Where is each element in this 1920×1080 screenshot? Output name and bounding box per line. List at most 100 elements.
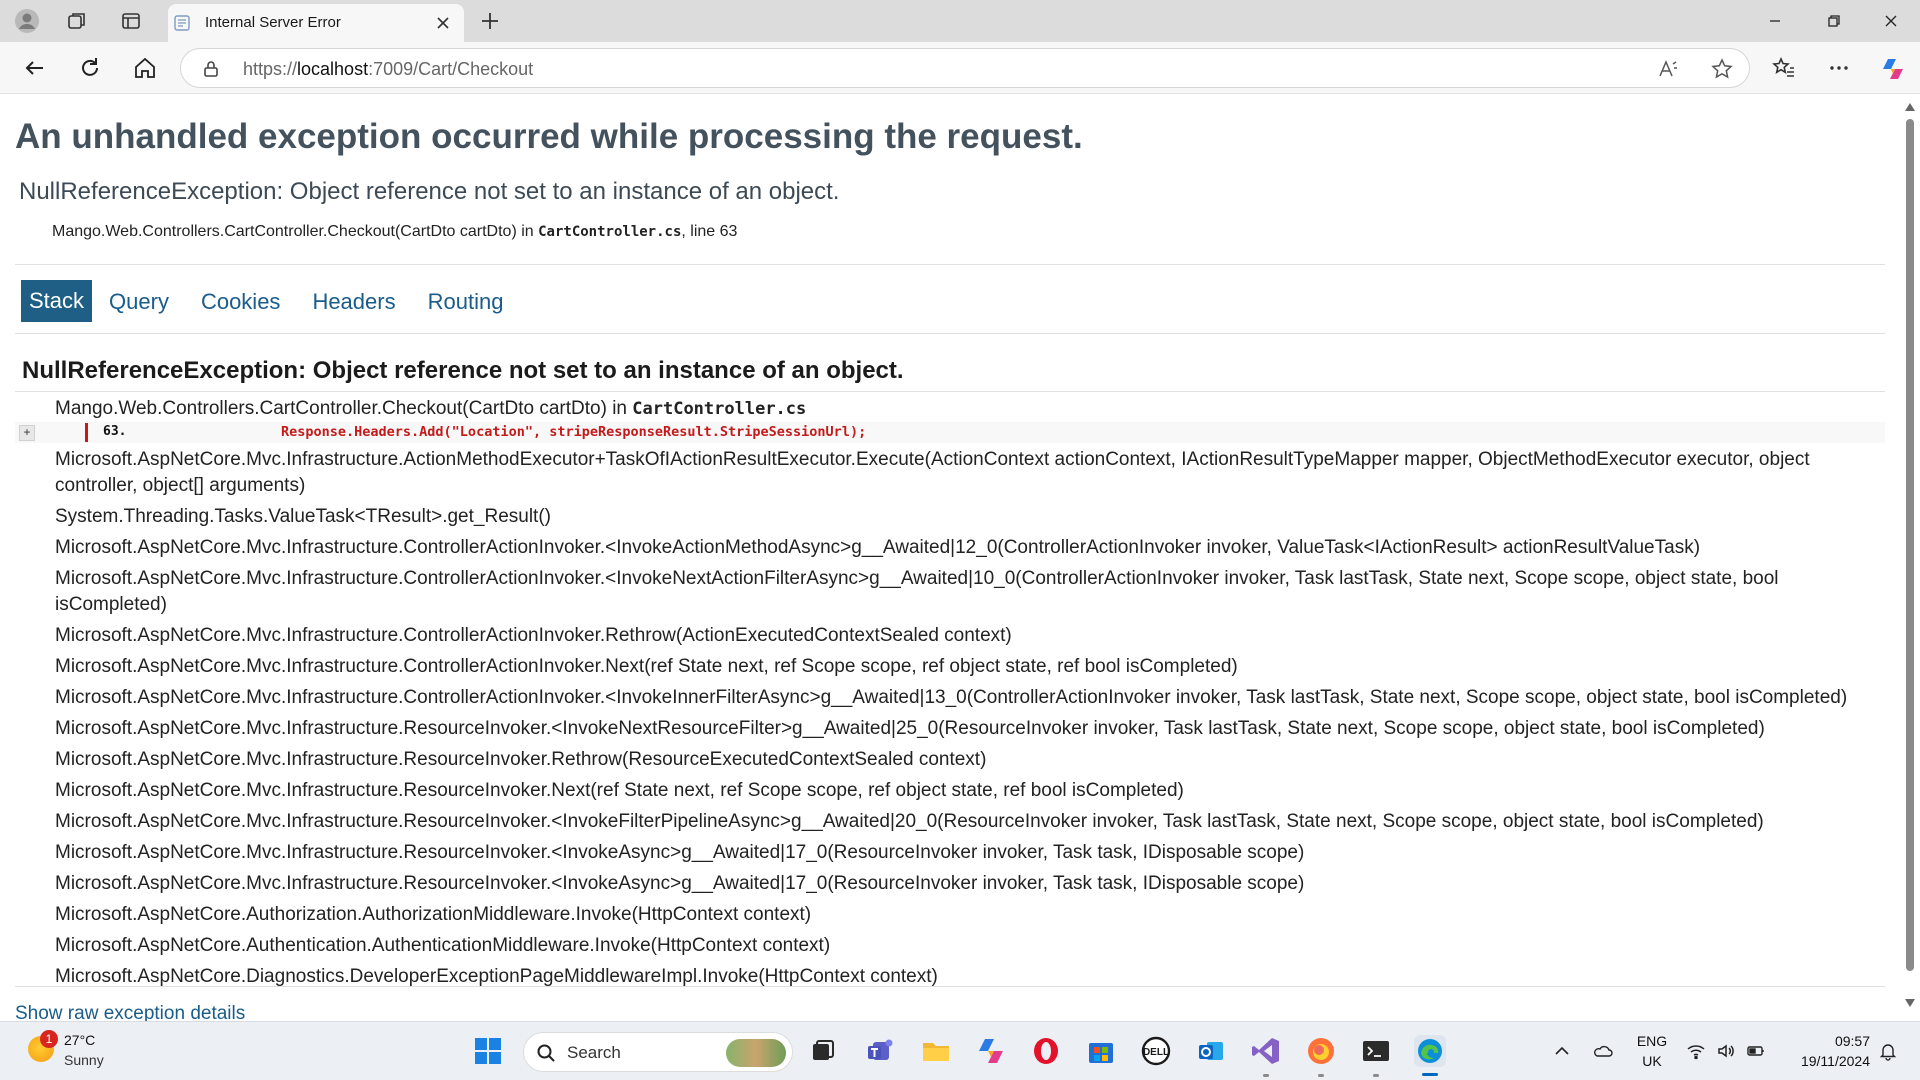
close-tab-icon[interactable] [434,14,452,32]
temperature: 27°C [64,1032,96,1048]
outlook-icon[interactable] [1195,1035,1227,1067]
tab-routing[interactable]: Routing [413,280,519,322]
svg-text:DELL: DELL [1143,1047,1169,1058]
tab-stack[interactable]: Stack [21,280,93,322]
weather-condition: Sunny [64,1052,104,1068]
browser-title-bar: Internal Server Error [0,0,1920,42]
error-code-text: Response.Headers.Add("Location", stripeR… [281,424,867,440]
error-line-marker [85,423,88,442]
page-scrollbar[interactable] [1900,95,1920,1021]
edge-icon[interactable] [1414,1035,1446,1067]
stack-frame-source: Mango.Web.Controllers.CartController.Che… [55,398,807,419]
page-title: An unhandled exception occurred while pr… [15,117,1083,156]
scroll-down-icon[interactable] [1905,999,1915,1007]
browser-toolbar: https://localhost:7009/Cart/Checkout [0,42,1920,94]
stack-exception-title: NullReferenceException: Object reference… [22,357,904,384]
stack-frame: Microsoft.AspNetCore.Mvc.Infrastructure.… [55,449,1810,496]
notifications-bell-icon[interactable] [1878,1041,1898,1061]
opera-icon[interactable] [1030,1035,1062,1067]
tab-internal-server-error[interactable]: Internal Server Error [168,4,464,42]
taskbar: 1 27°C Sunny Search DELL ENG UK 09:57 19… [0,1021,1920,1080]
stack-frame: Microsoft.AspNetCore.Mvc.Infrastructure.… [55,718,1765,739]
running-indicator [1373,1074,1379,1077]
new-tab-icon[interactable] [478,9,502,33]
stack-frame: Microsoft.AspNetCore.Authorization.Autho… [55,904,812,925]
profile-icon[interactable] [14,8,40,34]
minimize-icon[interactable] [1762,8,1788,34]
tab-cookies[interactable]: Cookies [186,280,295,322]
clock-time[interactable]: 09:57 [1784,1033,1870,1049]
favorite-star-icon[interactable] [1711,58,1733,80]
active-app-indicator [1422,1073,1438,1076]
visual-studio-icon[interactable] [1250,1035,1282,1067]
refresh-icon[interactable] [76,54,104,82]
address-bar[interactable]: https://localhost:7009/Cart/Checkout [180,48,1750,88]
stack-frame: Microsoft.AspNetCore.Mvc.Infrastructure.… [55,568,1779,615]
stack-frame: Microsoft.AspNetCore.Authentication.Auth… [55,935,831,956]
tab-query[interactable]: Query [94,280,184,322]
language-indicator[interactable]: ENG [1636,1033,1668,1049]
exception-location: Mango.Web.Controllers.CartController.Che… [52,223,738,240]
divider [15,333,1885,334]
more-options-icon[interactable] [1827,56,1851,80]
stack-frame: Microsoft.AspNetCore.Mvc.Infrastructure.… [55,842,1305,863]
dell-icon[interactable]: DELL [1140,1035,1172,1067]
site-info-lock-icon[interactable] [201,59,221,79]
url-text: https://localhost:7009/Cart/Checkout [243,59,534,79]
search-highlight-image [726,1039,786,1067]
read-aloud-icon[interactable] [1657,58,1679,80]
show-hidden-icons-chevron-icon[interactable] [1552,1041,1572,1061]
page-content: An unhandled exception occurred while pr… [0,95,1900,1021]
close-window-icon[interactable] [1878,8,1904,34]
onedrive-cloud-icon[interactable] [1592,1041,1613,1061]
running-indicator [1263,1074,1269,1077]
stack-frame: Microsoft.AspNetCore.Mvc.Infrastructure.… [55,537,1701,558]
stack-frame: Microsoft.AspNetCore.Mvc.Infrastructure.… [55,811,1764,832]
firefox-icon[interactable] [1305,1035,1337,1067]
start-icon[interactable] [472,1035,504,1067]
restore-icon[interactable] [1821,8,1847,34]
running-indicator [1318,1074,1324,1077]
favorites-icon[interactable] [1772,56,1796,80]
scrollbar-thumb[interactable] [1906,119,1914,971]
source-code-line: + 63. Response.Headers.Add("Location", s… [15,422,1885,443]
stack-frames-list: Microsoft.AspNetCore.Mvc.Infrastructure.… [55,447,1885,995]
workspaces-icon[interactable] [64,8,90,34]
keyboard-layout-indicator[interactable]: UK [1636,1053,1668,1069]
stack-frame: Microsoft.AspNetCore.Mvc.Infrastructure.… [55,687,1848,708]
copilot-sidebar-icon[interactable] [1880,56,1904,80]
stack-frame: Microsoft.AspNetCore.Mvc.Infrastructure.… [55,873,1305,894]
terminal-icon[interactable] [1360,1035,1392,1067]
task-view-icon[interactable] [807,1035,839,1067]
vertical-tabs-icon[interactable] [118,8,144,34]
divider [15,986,1885,987]
back-icon[interactable] [21,54,49,82]
stack-frame: Microsoft.AspNetCore.Mvc.Infrastructure.… [55,625,1012,646]
stack-frame: Microsoft.AspNetCore.Mvc.Infrastructure.… [55,780,1184,801]
exception-summary: NullReferenceException: Object reference… [19,178,840,205]
volume-icon[interactable] [1716,1041,1736,1061]
copilot-icon[interactable] [975,1035,1007,1067]
divider [15,264,1885,265]
page-favicon-icon [174,15,190,31]
microsoft-store-icon[interactable] [1085,1035,1117,1067]
tab-headers[interactable]: Headers [297,280,410,322]
wifi-icon[interactable] [1686,1041,1706,1061]
show-raw-exception-link[interactable]: Show raw exception details [15,1003,245,1021]
battery-icon[interactable] [1746,1041,1766,1061]
scroll-up-icon[interactable] [1905,103,1915,111]
line-number: 63. [103,424,127,439]
file-explorer-icon[interactable] [920,1035,952,1067]
stack-frame: Microsoft.AspNetCore.Mvc.Infrastructure.… [55,749,987,770]
stack-frame: Microsoft.AspNetCore.Mvc.Infrastructure.… [55,656,1238,677]
expand-source-button[interactable]: + [19,425,35,441]
taskbar-search[interactable]: Search [523,1032,793,1072]
search-label: Search [567,1043,621,1062]
home-icon[interactable] [131,54,159,82]
weather-badge: 1 [40,1030,58,1048]
divider [15,391,1885,392]
tab-title: Internal Server Error [205,14,341,31]
search-icon [536,1043,556,1063]
teams-icon[interactable] [864,1035,896,1067]
clock-date[interactable]: 19/11/2024 [1784,1053,1870,1069]
